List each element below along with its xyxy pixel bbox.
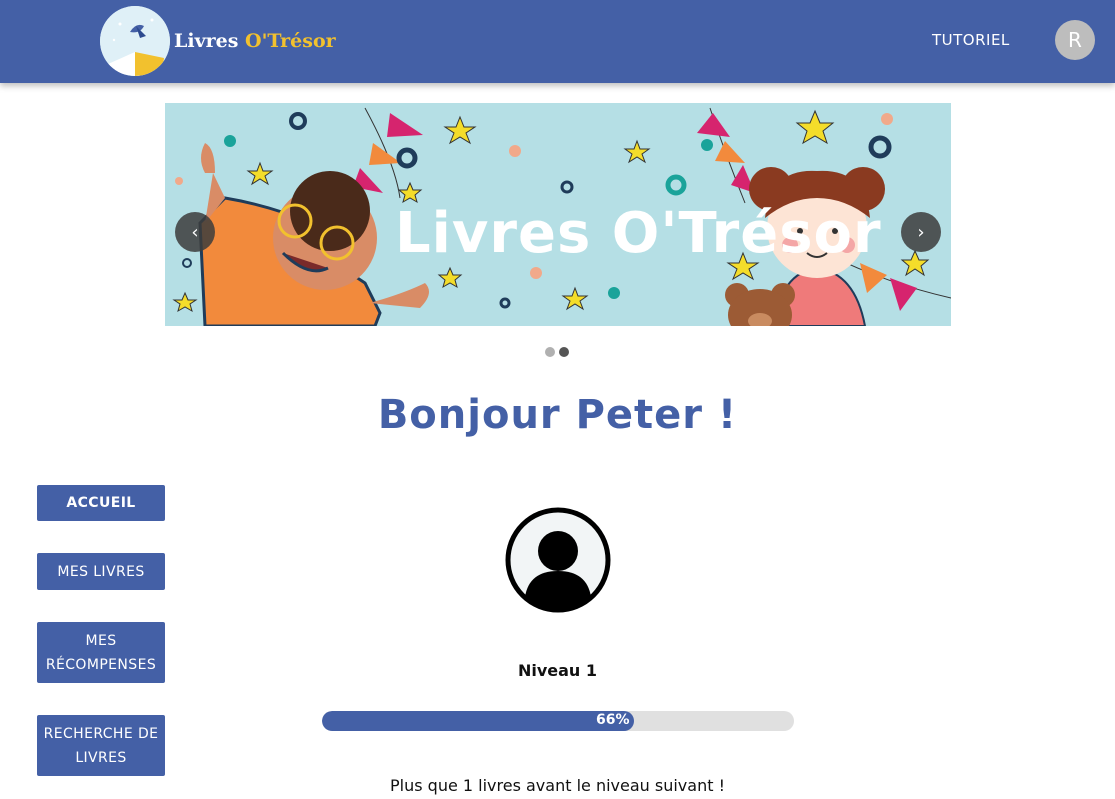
- carousel-indicators: [545, 347, 569, 357]
- top-navbar: Livres O'Trésor TUTORIEL R: [0, 0, 1115, 83]
- logo-text-part2: O'Trésor: [245, 30, 336, 52]
- carousel-next-button[interactable]: ›: [901, 212, 941, 252]
- logo-emblem: [100, 6, 170, 76]
- progress-percent-label: 66%: [596, 712, 630, 728]
- greeting-title: Bonjour Peter !: [377, 392, 738, 438]
- next-level-message: Plus que 1 livres avant le niveau suivan…: [390, 776, 725, 795]
- logo[interactable]: Livres O'Trésor: [100, 5, 336, 77]
- level-progress-bar: 66%: [322, 711, 794, 731]
- carousel-dot[interactable]: [545, 347, 555, 357]
- logo-wordmark: Livres O'Trésor: [174, 30, 336, 52]
- user-avatar-icon: [505, 507, 611, 613]
- menu-home-button[interactable]: ACCUEIL: [37, 485, 165, 521]
- tutorial-link[interactable]: TUTORIEL: [932, 31, 1010, 49]
- progress-fill: 66%: [322, 711, 634, 731]
- logo-text-part1: Livres: [174, 30, 246, 52]
- menu-book-search-button[interactable]: RECHERCHE DE LIVRES: [37, 715, 165, 776]
- carousel-prev-button[interactable]: ‹: [175, 212, 215, 252]
- chevron-right-icon: ›: [917, 221, 925, 243]
- banner-title: Livres O'Trésor: [395, 201, 882, 266]
- user-avatar-button[interactable]: R: [1055, 20, 1095, 60]
- carousel-dot-active[interactable]: [559, 347, 569, 357]
- menu-my-books-button[interactable]: MES LIVRES: [37, 553, 165, 590]
- level-label: Niveau 1: [517, 661, 598, 680]
- chevron-left-icon: ‹: [191, 221, 199, 243]
- hero-banner: Livres O'Trésor: [165, 103, 951, 326]
